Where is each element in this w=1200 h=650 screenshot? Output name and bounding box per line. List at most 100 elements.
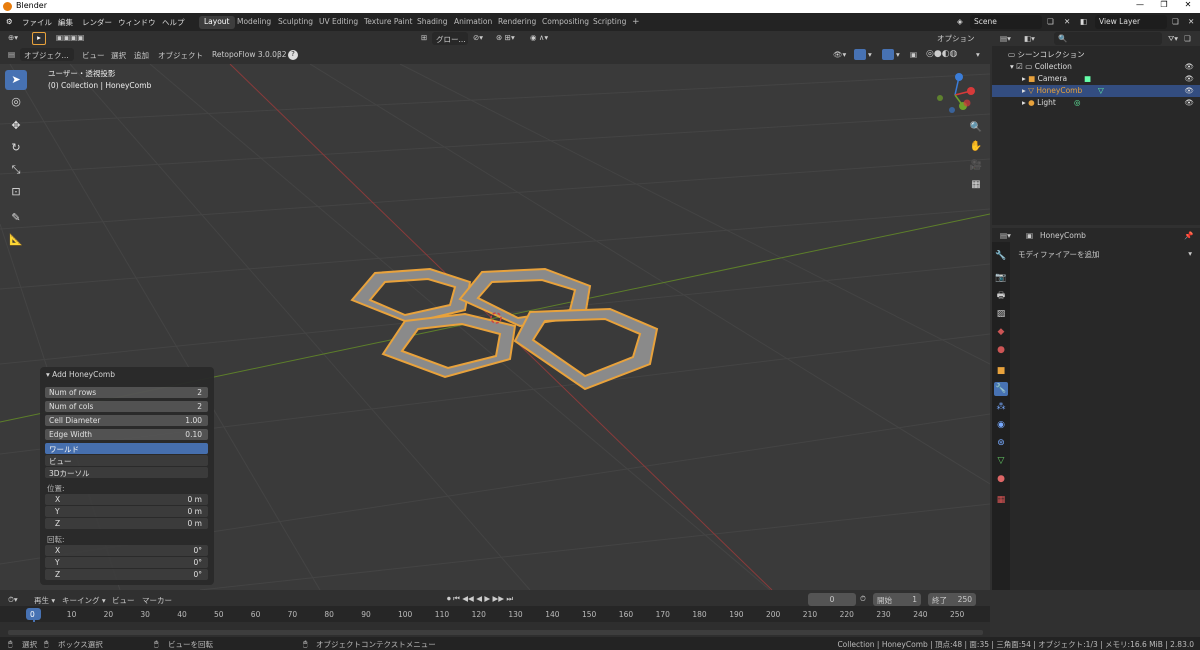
ortho-toggle-icon[interactable]: ▦ (967, 179, 985, 195)
measure-tool-icon[interactable]: 📐 (5, 230, 27, 250)
expand-icon[interactable]: ▸ (992, 86, 1028, 95)
cell-diameter-field[interactable]: Cell Diameter 1.00 (45, 415, 208, 426)
properties-type-icon[interactable]: ▤▾ (1000, 231, 1011, 240)
camera-view-icon[interactable]: 🎥 (967, 160, 985, 176)
menu-keying[interactable]: キーイング ▾ (62, 595, 106, 606)
orientation-icon[interactable]: ⊞ (421, 33, 427, 42)
timeline-area[interactable] (0, 622, 990, 637)
pin-icon[interactable]: 📌 (1184, 231, 1193, 240)
overlay-dropdown-icon[interactable]: ▾ (896, 50, 900, 59)
visibility-icon[interactable]: 👁▾ (833, 50, 846, 59)
overlay-toggle-icon[interactable] (882, 49, 894, 60)
close-icon[interactable]: ✕ (1178, 0, 1198, 9)
menu-marker[interactable]: マーカー (142, 595, 172, 606)
mesh-data-icon[interactable]: ▽ (1098, 86, 1104, 95)
align-cursor-option[interactable]: 3Dカーソル (45, 467, 208, 478)
new-view-layer-icon[interactable]: ❏ (1172, 17, 1179, 26)
eye-icon[interactable]: 👁 (1184, 74, 1194, 83)
align-world-option[interactable]: ワールド (45, 443, 208, 454)
tab-uv-editing[interactable]: UV Editing (314, 16, 363, 29)
tab-animation[interactable]: Animation (449, 16, 497, 29)
menu-window[interactable]: ウィンドウ (118, 17, 156, 28)
scale-tool-icon[interactable]: ⤡ (5, 160, 27, 180)
object-tab-icon[interactable]: ■ (994, 364, 1008, 378)
expand-icon[interactable]: ▸ (992, 74, 1028, 83)
snap-icon[interactable]: ⊛ ⊞▾ (496, 33, 515, 42)
editor-type-icon[interactable]: ⊕▾ (8, 33, 18, 42)
filter-icon[interactable]: ⛛▾ (1168, 34, 1178, 44)
tab-texture-paint[interactable]: Texture Paint (359, 16, 417, 29)
view-layer-tab-icon[interactable]: ▨ (994, 307, 1008, 321)
menu-file[interactable]: ファイル (22, 17, 52, 28)
tab-scripting[interactable]: Scripting (588, 16, 631, 29)
clock-icon[interactable]: ⏱ (860, 594, 866, 604)
start-frame-field[interactable]: 開始 1 (873, 593, 921, 606)
operator-panel-title[interactable]: ▾ Add HoneyComb (46, 370, 115, 379)
timeline-scrollbar[interactable] (8, 630, 983, 635)
scene-selector[interactable]: Scene (970, 15, 1042, 29)
shading-modes-icon[interactable]: ◎●◐◍ (926, 49, 957, 59)
rotation-z-field[interactable]: Z 0° (45, 569, 208, 580)
location-y-field[interactable]: Y 0 m (45, 506, 208, 517)
tab-rendering[interactable]: Rendering (493, 16, 541, 29)
menu-edit[interactable]: 編集 (58, 17, 73, 28)
menu-select[interactable]: 選択 (111, 50, 126, 61)
tab-modeling[interactable]: Modeling (232, 16, 276, 29)
timeline-type-icon[interactable]: ⏱▾ (8, 595, 18, 605)
gizmo-toggle-icon[interactable] (854, 49, 866, 60)
display-mode-icon[interactable]: ◧▾ (1024, 34, 1035, 43)
blender-menu-icon[interactable]: ⚙ (6, 17, 13, 26)
expand-icon[interactable]: ▾ (992, 62, 1016, 71)
location-z-field[interactable]: Z 0 m (45, 518, 208, 529)
rotate-tool-icon[interactable]: ↻ (5, 138, 27, 158)
tab-compositing[interactable]: Compositing (537, 16, 594, 29)
select-mode-icon[interactable]: ▸ (32, 32, 46, 45)
view-layer-selector[interactable]: View Layer (1095, 15, 1167, 29)
add-modifier-dropdown[interactable]: モディファイアーを追加 ▾ (1014, 247, 1196, 260)
minimize-icon[interactable]: — (1130, 0, 1150, 9)
menu-render[interactable]: レンダー (82, 17, 112, 28)
gizmo-dropdown-icon[interactable]: ▾ (868, 50, 872, 59)
menu-timeline-view[interactable]: ビュー (112, 595, 135, 606)
data-tab-icon[interactable]: ▽ (994, 454, 1008, 468)
menu-add[interactable]: 追加 (134, 50, 149, 61)
eye-icon[interactable]: 👁 (1184, 86, 1194, 95)
light-data-icon[interactable]: ◎ (1074, 98, 1081, 107)
outliner-type-icon[interactable]: ▤▾ (1000, 34, 1011, 43)
new-collection-icon[interactable]: ❏ (1184, 34, 1191, 43)
align-view-option[interactable]: ビュー (45, 455, 208, 466)
new-scene-icon[interactable]: ❏ (1047, 17, 1054, 26)
shading-dropdown-icon[interactable]: ▾ (976, 50, 980, 59)
tab-layout[interactable]: Layout (199, 16, 235, 29)
tab-sculpting[interactable]: Sculpting (273, 16, 318, 29)
current-frame-field[interactable]: 0 (808, 593, 856, 606)
end-frame-field[interactable]: 終了 250 (928, 593, 976, 606)
output-tab-icon[interactable]: 🖶 (994, 289, 1008, 303)
select-box-icons[interactable]: ▣▣▣▣ (56, 33, 84, 42)
mode-dropdown[interactable]: オブジェク... (20, 48, 74, 61)
zoom-icon[interactable]: 🔍 (967, 122, 985, 138)
num-cols-field[interactable]: Num of cols 2 (45, 401, 208, 412)
annotate-tool-icon[interactable]: ✎ (5, 208, 27, 228)
cursor-tool-icon[interactable]: ◎ (5, 92, 27, 112)
scene-tab-icon[interactable]: ◆ (994, 325, 1008, 339)
maximize-icon[interactable]: ❐ (1154, 0, 1174, 9)
outliner-row-honeycomb[interactable]: ▸ ▽ HoneyComb ▽ 👁 (992, 85, 1200, 97)
num-rows-field[interactable]: Num of rows 2 (45, 387, 208, 398)
transform-tool-icon[interactable]: ⊡ (5, 182, 27, 202)
rotation-y-field[interactable]: Y 0° (45, 557, 208, 568)
menu-view[interactable]: ビュー (82, 50, 105, 61)
camera-data-icon[interactable]: ■ (1084, 74, 1091, 83)
delete-scene-icon[interactable]: ✕ (1064, 17, 1070, 26)
tool-tab-icon[interactable]: 🔧 (994, 249, 1008, 263)
eye-icon[interactable]: 👁 (1184, 98, 1194, 107)
location-x-field[interactable]: X 0 m (45, 494, 208, 505)
render-tab-icon[interactable]: 📷 (994, 271, 1008, 285)
texture-tab-icon[interactable]: ▦ (994, 493, 1008, 507)
world-tab-icon[interactable]: ● (994, 343, 1008, 357)
playback-controls-icon[interactable]: ⏺ ⏮ ◀◀ ◀ ▶ ▶▶ ⏭ (447, 594, 513, 604)
menu-object[interactable]: オブジェクト (158, 50, 203, 61)
outliner-search-input[interactable]: 🔍 (1054, 32, 1162, 45)
physics-tab-icon[interactable]: ◉ (994, 418, 1008, 432)
particles-tab-icon[interactable]: ⁂ (994, 400, 1008, 414)
